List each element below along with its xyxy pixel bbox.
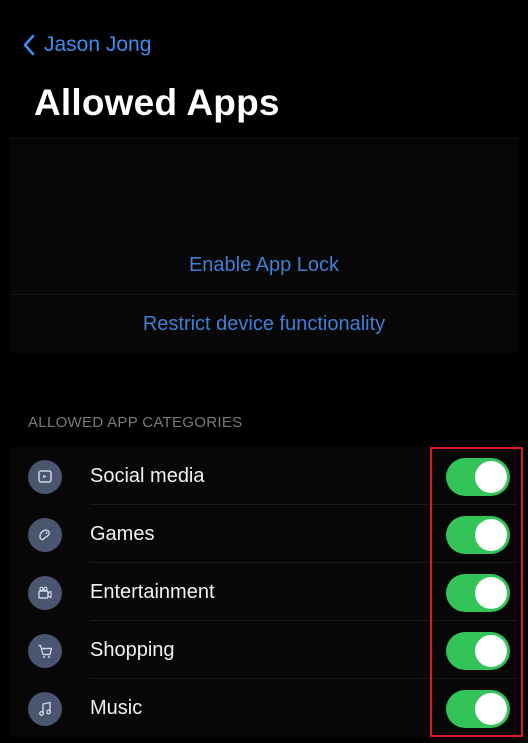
- restrict-device-label: Restrict device functionality: [142, 312, 386, 335]
- back-label: Jason Jong: [44, 33, 152, 56]
- category-label: Social media: [90, 465, 205, 487]
- enable-app-lock-button[interactable]: Enable App Lock: [10, 236, 518, 294]
- category-label: Entertainment: [90, 581, 215, 603]
- category-label: Music: [90, 697, 143, 719]
- empty-group: [10, 140, 518, 238]
- games-icon: [28, 518, 62, 552]
- toggle-highlight-box: [430, 447, 523, 737]
- section-header: ALLOWED APP CATEGORIES: [28, 414, 243, 431]
- divider: [10, 138, 518, 139]
- category-label: Shopping: [90, 639, 175, 661]
- enable-app-lock-label: Enable App Lock: [188, 253, 340, 276]
- page-title: Allowed Apps: [34, 82, 280, 123]
- entertainment-icon: [28, 576, 62, 610]
- back-button[interactable]: Jason Jong: [22, 30, 151, 60]
- music-icon: [28, 692, 62, 726]
- social-media-icon: [28, 460, 62, 494]
- chevron-left-icon: [23, 34, 35, 56]
- category-label: Games: [90, 523, 155, 545]
- shopping-icon: [28, 634, 62, 668]
- restrict-device-button[interactable]: Restrict device functionality: [10, 295, 518, 353]
